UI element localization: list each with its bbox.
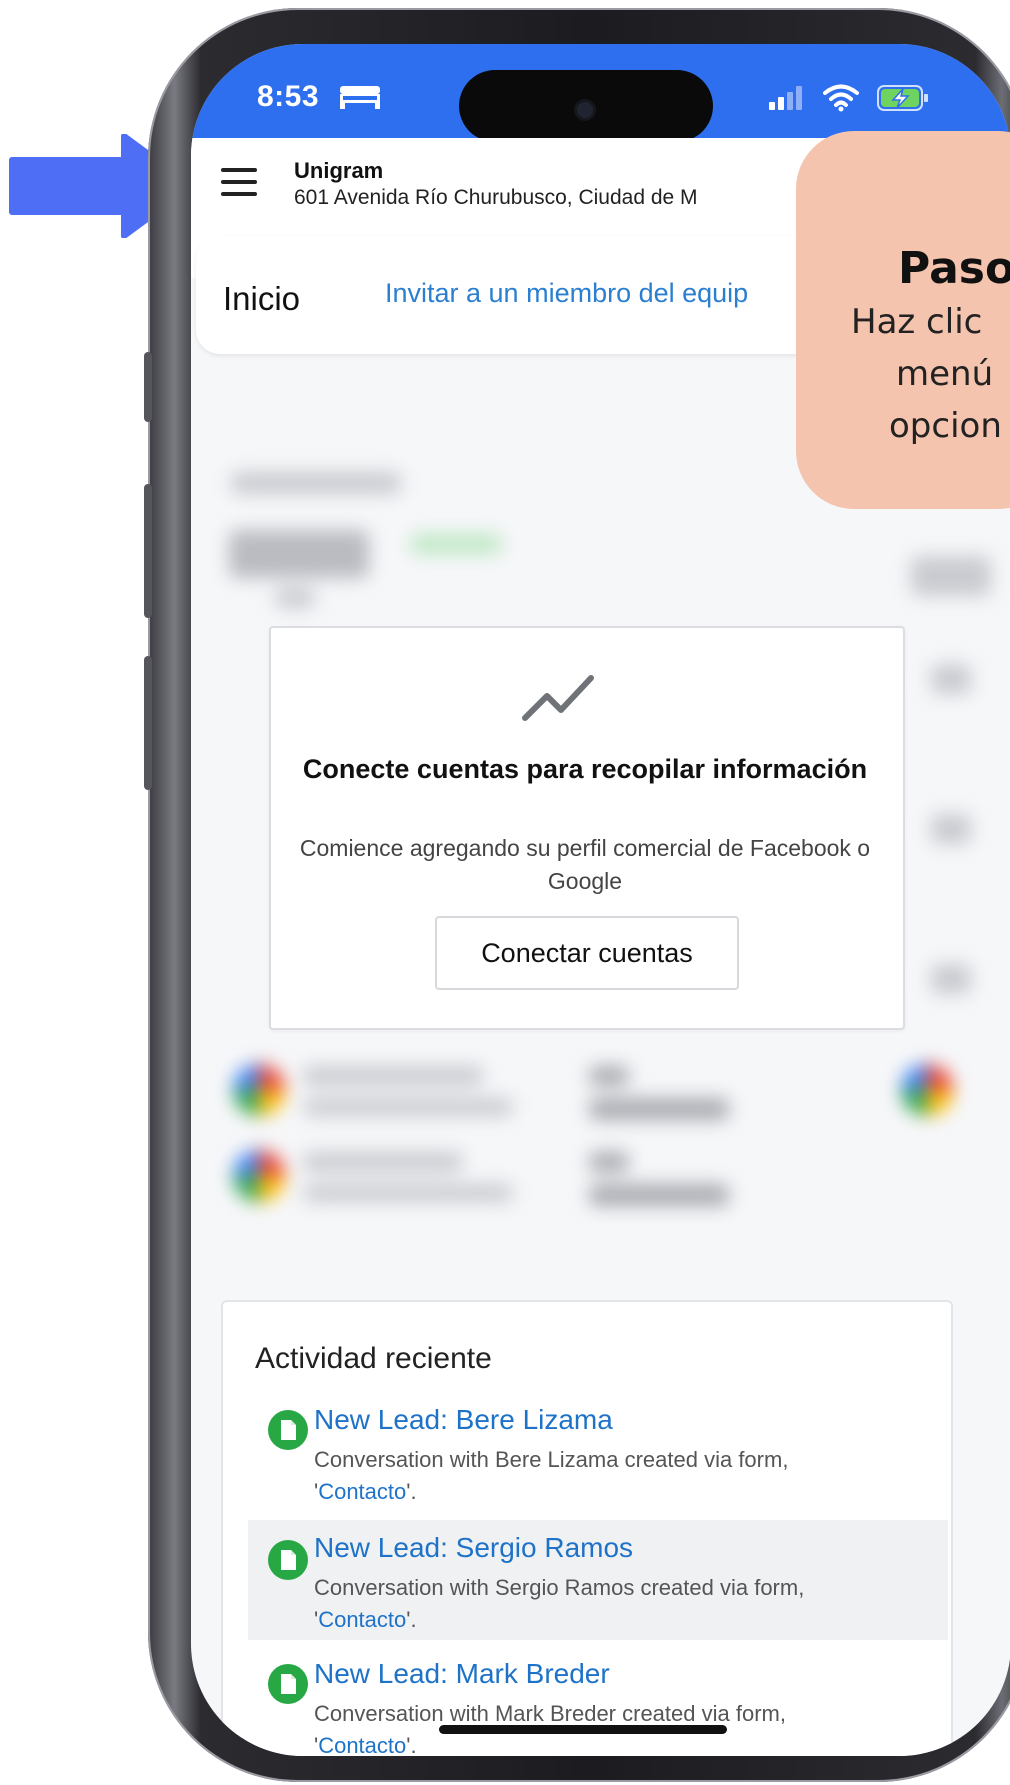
lead-document-icon [268,1410,308,1450]
trend-line-icon [522,675,594,721]
volume-down-button [144,656,152,790]
contacto-link[interactable]: Contacto [318,1607,406,1632]
battery-charging-icon [877,85,928,111]
connect-accounts-button[interactable]: Conectar cuentas [435,916,739,990]
activity-item-text-end: '. [406,1607,417,1632]
hamburger-menu-icon[interactable] [217,162,261,202]
contacto-link[interactable]: Contacto [318,1479,406,1504]
sleep-focus-icon [340,86,380,109]
lead-document-icon [268,1540,308,1580]
tab-home[interactable]: Inicio [223,280,300,318]
activity-item-description: Conversation with Bere Lizama created vi… [314,1444,874,1508]
home-indicator[interactable] [439,1725,727,1734]
wifi-icon [823,84,859,112]
tooltip-line: Haz clic [851,302,983,342]
camera-icon [577,102,593,118]
business-address: 601 Avenida Río Churubusco, Ciudad de M [294,186,698,209]
volume-up-button [144,484,152,618]
activity-item-title[interactable]: New Lead: Sergio Ramos [314,1532,633,1564]
connect-card-subtitle: Comience agregando su perfil comercial d… [299,835,871,894]
signal-icon [769,86,802,110]
recent-activity-title: Actividad reciente [255,1342,492,1375]
activity-item-title[interactable]: New Lead: Bere Lizama [314,1404,613,1436]
activity-item-text-end: '. [406,1479,417,1504]
tooltip-line: menú [896,354,994,394]
lead-document-icon [268,1664,308,1704]
activity-item-description: Conversation with Sergio Ramos created v… [314,1572,854,1636]
activity-item-title[interactable]: New Lead: Mark Breder [314,1658,610,1690]
business-name: Unigram [294,158,384,183]
activity-item[interactable]: New Lead: Mark Breder Conversation with … [248,1658,948,1756]
status-time: 8:53 [257,80,320,113]
tooltip-title: Paso [898,243,1010,294]
tooltip-line: opcion [889,406,1002,446]
invite-team-member-link[interactable]: Invitar a un miembro del equip [385,278,748,309]
activity-item[interactable]: New Lead: Sergio Ramos Conversation with… [248,1520,948,1640]
activity-item[interactable]: New Lead: Bere Lizama Conversation with … [248,1404,948,1514]
activity-item-text-end: '. [406,1733,417,1756]
contacto-link[interactable]: Contacto [318,1733,406,1756]
side-button [144,352,152,422]
connect-card-title: Conecte cuentas para recopilar informaci… [302,754,868,784]
